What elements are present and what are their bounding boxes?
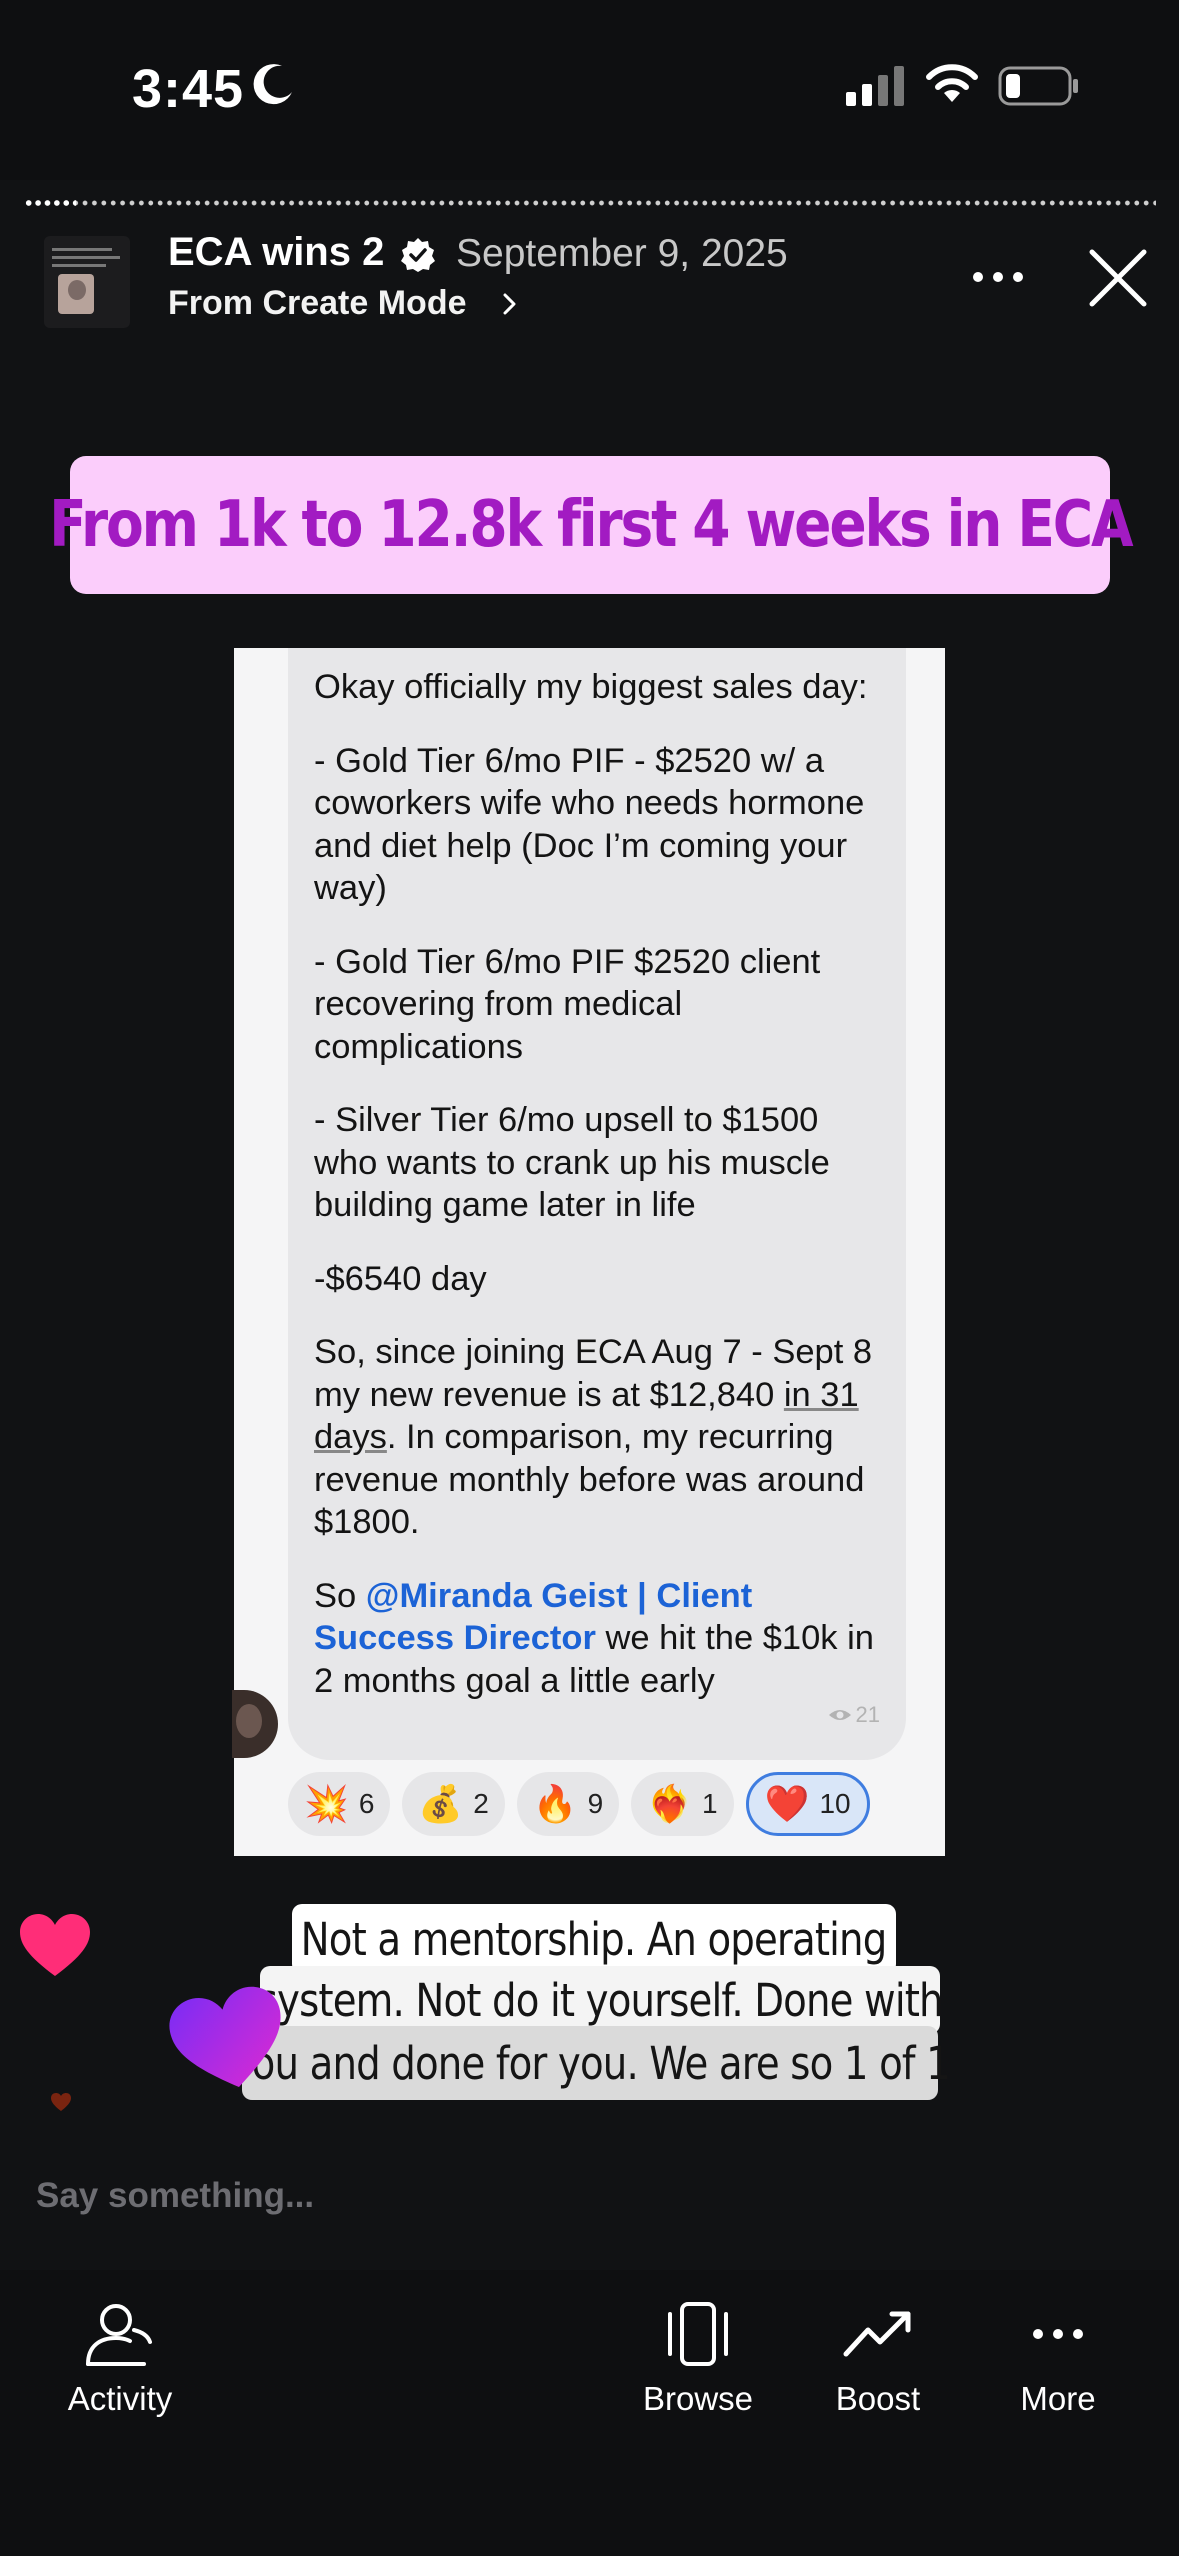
- message-text: . In comparison, my recurring revenue mo…: [314, 1418, 865, 1541]
- headline-text: From 1k to 12.8k first 4 weeks in ECA: [48, 488, 1134, 562]
- reaction-count: 1: [702, 1788, 718, 1819]
- message-paragraph: So @Miranda Geist | Client Success Direc…: [314, 1575, 884, 1703]
- seen-count: 21: [855, 1701, 880, 1727]
- reaction-count: 6: [358, 1788, 375, 1819]
- reaction-pill-selected: ❤️ 10: [745, 1772, 870, 1836]
- collision-emoji-icon: 💥: [304, 1783, 349, 1824]
- thumb-face: [68, 280, 86, 300]
- verified-icon: [401, 238, 435, 272]
- message-paragraph: - Gold Tier 6/mo PIF - $2520 w/ a cowork…: [314, 741, 865, 908]
- heart-on-fire-emoji-icon: ❤️‍🔥: [647, 1783, 693, 1824]
- more-label: More: [1020, 2380, 1096, 2417]
- boost-button[interactable]: Boost: [810, 2300, 946, 2418]
- moon-icon: [253, 64, 292, 105]
- caption-line: system. Not do it yourself. Done with: [257, 1966, 944, 2034]
- boost-label: Boost: [835, 2380, 921, 2417]
- headline-sticker: From 1k to 12.8k first 4 weeks in ECA: [49, 456, 1133, 594]
- browse-label: Browse: [642, 2380, 754, 2417]
- caption-text: system. Not do it yourself. Done with: [257, 1973, 944, 2027]
- message-paragraph: - Silver Tier 6/mo upsell to $1500 who w…: [314, 1101, 830, 1224]
- thumb-line: [52, 264, 106, 267]
- story-date: September 9, 2025: [456, 232, 788, 275]
- reaction-pill: 💰 2: [402, 1772, 505, 1836]
- money-bag-emoji-icon: 💰: [418, 1783, 464, 1824]
- reactions-row: 💥 6 💰 2 🔥 9 ❤️‍🔥 1 ❤️ 10: [288, 1772, 870, 1836]
- story-title[interactable]: ECA wins 2: [168, 230, 384, 275]
- battery-icon: [998, 66, 1078, 106]
- more-dots-icon: [1033, 2329, 1083, 2339]
- caption-sticker: Not a mentorship. An operating system. N…: [200, 1904, 1000, 2124]
- avatar-face: [236, 1704, 262, 1738]
- message-paragraph: -$6540 day: [314, 1259, 487, 1298]
- eye-icon: [828, 1709, 851, 1720]
- story-source-link[interactable]: From Create Mode: [168, 284, 467, 323]
- activity-icon: [86, 2304, 152, 2366]
- caption-line: Not a mentorship. An operating: [292, 1904, 896, 1974]
- thumb-line: [52, 256, 120, 259]
- close-icon[interactable]: [1086, 246, 1150, 310]
- reaction-count: 10: [819, 1788, 851, 1819]
- story-progress-bar: [24, 200, 1156, 206]
- wifi-icon: [926, 64, 978, 102]
- reaction-pill: ❤️‍🔥 1: [631, 1772, 734, 1836]
- heart-emoji-icon: ❤️: [764, 1783, 810, 1824]
- message-paragraph: Okay officially my biggest sales day:: [314, 668, 868, 706]
- floating-heart-icon: [20, 1914, 90, 1976]
- trending-up-icon: [843, 2311, 911, 2357]
- message-paragraph: - Gold Tier 6/mo PIF $2520 client recove…: [314, 942, 821, 1066]
- browse-icon: [668, 2302, 728, 2366]
- chat-screenshot: Okay officially my biggest sales day: - …: [232, 648, 945, 1856]
- story-thumbnail[interactable]: [44, 236, 130, 328]
- thumb-line: [52, 248, 112, 251]
- seen-indicator: 21: [828, 1694, 880, 1737]
- caption-line: you and done for you. We are so 1 of 1: [230, 2026, 951, 2100]
- reaction-count: 9: [587, 1788, 604, 1819]
- comment-input[interactable]: Say something...: [36, 2176, 314, 2216]
- activity-button[interactable]: Activity: [52, 2300, 188, 2418]
- signal-icon: [846, 66, 904, 106]
- more-dots-icon[interactable]: [968, 262, 1028, 292]
- message-paragraph: So, since joining ECA Aug 7 - Sept 8 my …: [314, 1331, 884, 1544]
- more-button[interactable]: More: [990, 2300, 1126, 2418]
- status-time: 3:45: [132, 59, 245, 119]
- fire-emoji-icon: 🔥: [532, 1783, 578, 1824]
- chevron-right-icon: [503, 293, 516, 315]
- status-bar: 3:45: [0, 0, 1179, 180]
- reaction-pill: 💥 6: [288, 1772, 391, 1836]
- caption-text: Not a mentorship. An operating: [301, 1912, 888, 1966]
- reaction-pill: 🔥 9: [516, 1772, 620, 1836]
- activity-label: Activity: [67, 2380, 173, 2417]
- caption-text: you and done for you. We are so 1 of 1: [229, 2036, 951, 2090]
- message-text: So: [314, 1576, 366, 1615]
- reaction-count: 2: [473, 1788, 489, 1819]
- floating-heart-icon: [51, 2093, 71, 2111]
- avatar: [232, 1690, 278, 1758]
- browse-button[interactable]: Browse: [630, 2300, 766, 2418]
- story-progress-fill: [24, 200, 76, 206]
- message-bubble: Okay officially my biggest sales day: - …: [288, 648, 906, 1760]
